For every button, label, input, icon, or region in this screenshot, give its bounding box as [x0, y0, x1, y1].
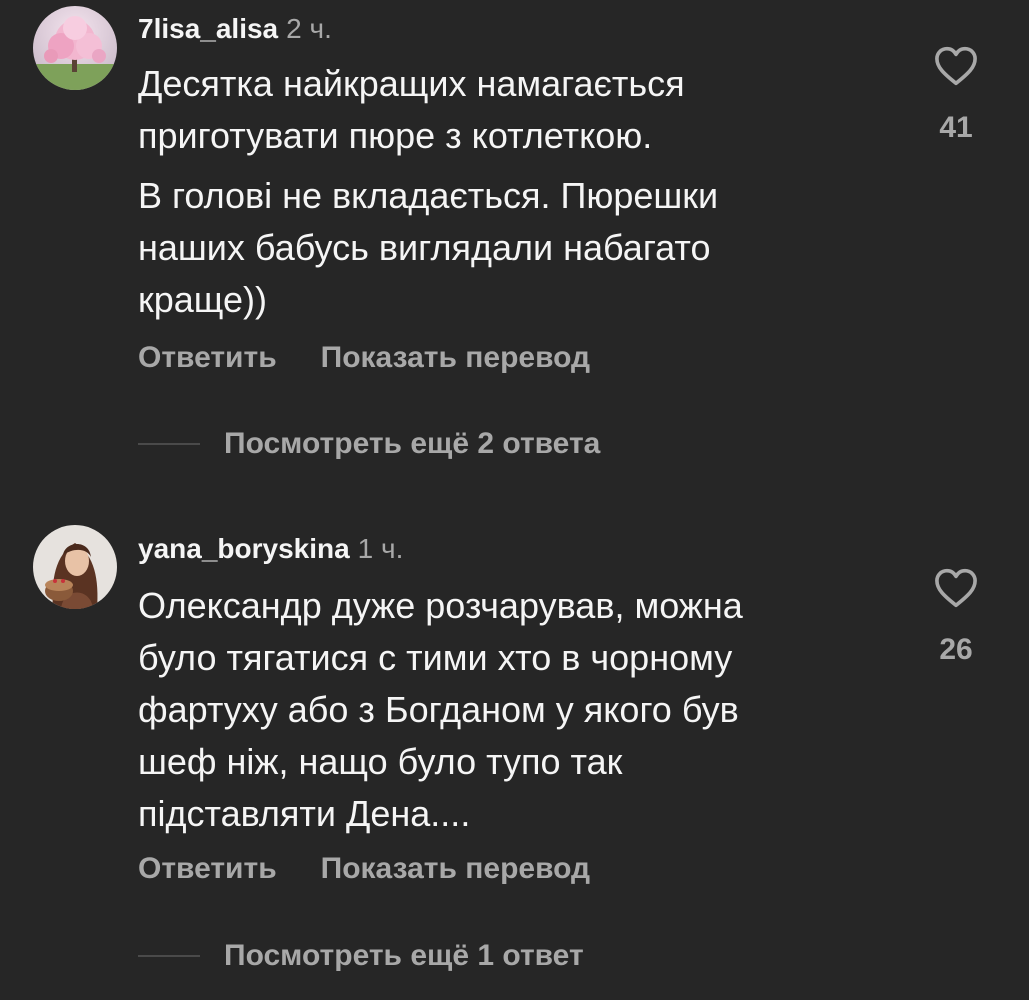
comment-header: 7lisa_alisa 2 ч. [138, 12, 332, 46]
view-replies-button[interactable]: Посмотреть ещё 2 ответа [138, 424, 600, 464]
view-replies-label: Посмотреть ещё 1 ответ [224, 939, 584, 972]
username[interactable]: 7lisa_alisa [138, 13, 278, 44]
avatar[interactable] [33, 525, 117, 609]
timestamp: 2 ч. [286, 13, 332, 44]
cherry-blossom-avatar-icon [33, 6, 117, 90]
comment-paragraph: В голові не вкладається. Пюрешки наших б… [138, 175, 719, 320]
show-translation-button[interactable]: Показать перевод [321, 341, 590, 374]
username[interactable]: yana_boryskina [138, 533, 350, 564]
like-count: 26 [939, 633, 973, 666]
view-replies-button[interactable]: Посмотреть ещё 1 ответ [138, 936, 584, 976]
replies-divider [138, 443, 200, 445]
comment-paragraph: Десятка найкращих намагається приготуват… [138, 63, 685, 156]
woman-with-cake-avatar-icon [33, 525, 117, 609]
like-control: 41 [926, 46, 986, 146]
comment-text: Олександр дуже розчарував, можна було тя… [138, 580, 898, 840]
show-translation-button[interactable]: Показать перевод [321, 852, 590, 885]
heart-icon[interactable] [934, 46, 978, 86]
comment-paragraph: Олександр дуже розчарував, можна було тя… [138, 585, 743, 834]
reply-button[interactable]: Ответить [138, 852, 277, 885]
comment-header: yana_boryskina 1 ч. [138, 532, 403, 566]
comment-text: Десятка найкращих намагається приготуват… [138, 58, 898, 326]
timestamp: 1 ч. [357, 533, 404, 564]
heart-icon[interactable] [934, 568, 978, 608]
avatar[interactable] [33, 6, 117, 90]
like-count: 41 [939, 111, 973, 144]
reply-button[interactable]: Ответить [138, 341, 277, 374]
view-replies-label: Посмотреть ещё 2 ответа [224, 427, 601, 460]
replies-divider [138, 955, 200, 957]
comment-actions: Ответить Показать перевод [138, 340, 590, 376]
comment-actions: Ответить Показать перевод [138, 851, 590, 887]
like-control: 26 [926, 568, 986, 668]
